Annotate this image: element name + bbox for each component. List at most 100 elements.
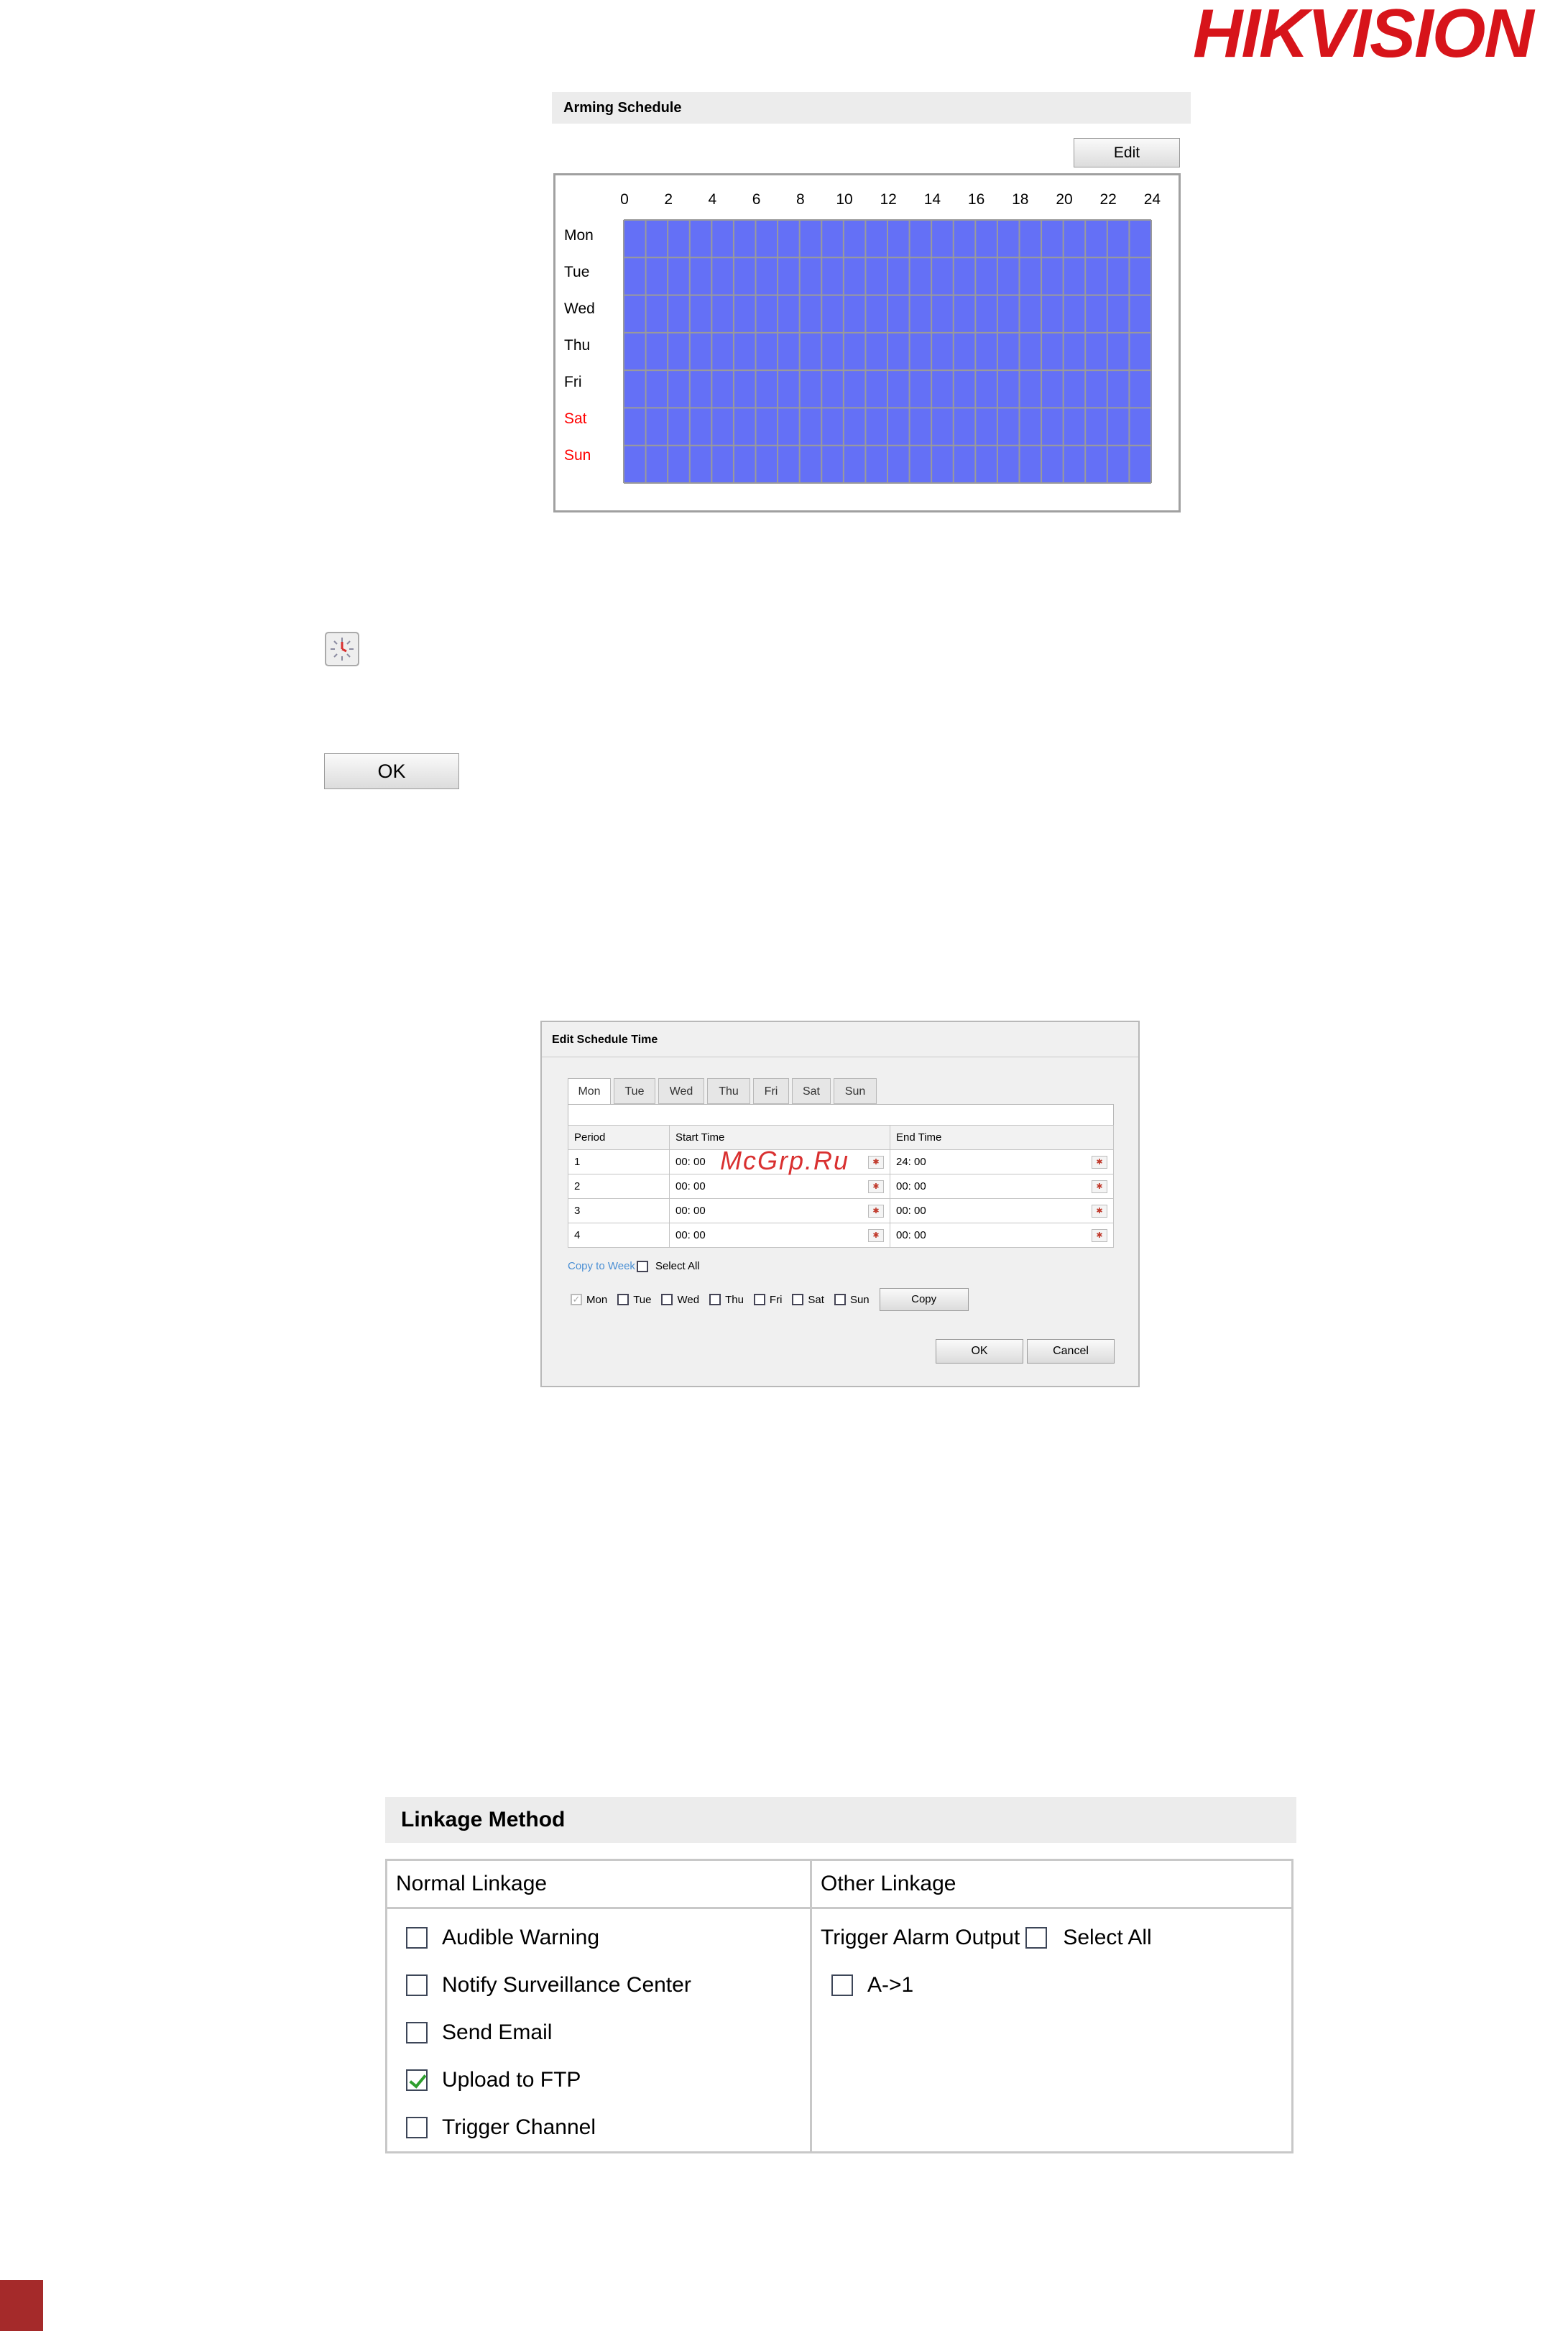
linkage-item-label: Upload to FTP: [442, 2068, 581, 2092]
time-picker-icon[interactable]: ✱: [1092, 1228, 1107, 1242]
normal-linkage-header: Normal Linkage: [396, 1872, 548, 1895]
table-row: 4 00: 00 ✱ 00: 00 ✱: [568, 1223, 1114, 1248]
ok-button[interactable]: OK: [324, 753, 459, 789]
copy-day-label: Sat: [808, 1293, 824, 1306]
divider: [387, 1907, 1291, 1909]
copy-day-label: Fri: [769, 1293, 783, 1306]
day-label-fri: Fri: [564, 374, 582, 390]
copy-button[interactable]: Copy: [879, 1288, 969, 1311]
divider: [810, 1861, 812, 2151]
linkage-checkbox[interactable]: [406, 2117, 428, 2138]
end-time-cell[interactable]: 00: 00 ✱: [890, 1198, 1114, 1223]
copy-day-label: Sun: [849, 1293, 870, 1306]
other-linkage-header: Other Linkage: [821, 1872, 956, 1895]
end-time-cell[interactable]: 00: 00 ✱: [890, 1223, 1114, 1248]
period-table: Period Start Time End Time 1 00: 00 ✱ 24: 0…: [568, 1125, 1114, 1248]
edit-schedule-dialog: Edit Schedule Time Mon Tue Wed Thu Fri S…: [540, 1021, 1140, 1387]
schedule-grid[interactable]: [622, 219, 1153, 484]
start-time-cell[interactable]: 00: 00 ✱: [669, 1198, 890, 1223]
time-picker-icon[interactable]: ✱: [1092, 1155, 1107, 1169]
start-time-cell[interactable]: 00: 00 ✱: [669, 1223, 890, 1248]
linkage-table: Normal Linkage Other Linkage Audible War…: [385, 1859, 1293, 2153]
time-picker-icon[interactable]: ✱: [868, 1180, 884, 1193]
normal-linkage-item: Audible Warning: [406, 1926, 599, 1950]
trigger-alarm-output-label: Trigger Alarm Output: [821, 1926, 1020, 1949]
day-tabs: Mon Tue Wed Thu Fri Sat Sun: [568, 1078, 877, 1107]
copy-day-checkbox[interactable]: [661, 1294, 673, 1305]
start-time-value: 00: 00: [675, 1156, 706, 1168]
linkage-checkbox[interactable]: [406, 1927, 428, 1949]
alarm-select-all-label: Select All: [1063, 1926, 1152, 1949]
trigger-alarm-output-row: Trigger Alarm Output Select All: [821, 1926, 1152, 1950]
hour-tick-label: 0: [620, 191, 629, 208]
start-time-value: 00: 00: [675, 1229, 706, 1241]
alarm-output-label: A->1: [867, 1973, 914, 1997]
hour-tick-label: 12: [880, 191, 897, 208]
alarm-select-all-checkbox[interactable]: [1025, 1927, 1048, 1949]
tab-panel: [568, 1104, 1114, 1126]
copy-to-week-link[interactable]: Copy to Week: [568, 1260, 635, 1272]
day-label-sun: Sun: [564, 447, 591, 464]
period-cell: 4: [568, 1223, 670, 1248]
linkage-checkbox[interactable]: [406, 2069, 428, 2091]
tab-fri[interactable]: Fri: [753, 1078, 789, 1104]
linkage-checkbox[interactable]: [406, 1974, 428, 1996]
time-picker-icon[interactable]: ✱: [1092, 1204, 1107, 1218]
time-picker-icon[interactable]: [325, 632, 359, 666]
watermark: McGrp.Ru: [720, 1146, 850, 1175]
linkage-item-label: Notify Surveillance Center: [442, 1973, 691, 1997]
start-time-value: 00: 00: [675, 1180, 706, 1192]
start-time-value: 00: 00: [675, 1205, 706, 1217]
copy-day-checkbox[interactable]: [753, 1294, 765, 1305]
copy-day-thu: Thu: [709, 1294, 744, 1306]
time-picker-icon[interactable]: ✱: [868, 1155, 884, 1169]
tab-sun[interactable]: Sun: [834, 1078, 877, 1104]
period-cell: 3: [568, 1198, 670, 1223]
end-time-value: 00: 00: [896, 1205, 926, 1217]
dialog-cancel-button[interactable]: Cancel: [1027, 1339, 1115, 1364]
start-time-cell[interactable]: 00: 00 ✱: [669, 1174, 890, 1199]
select-all-checkbox[interactable]: [636, 1260, 648, 1272]
page-corner-marker: [0, 2280, 43, 2331]
tab-sat[interactable]: Sat: [792, 1078, 831, 1104]
copy-day-label: Wed: [677, 1293, 700, 1306]
copy-day-checkbox[interactable]: [792, 1294, 804, 1305]
copy-day-label: Mon: [586, 1293, 608, 1306]
dialog-ok-button[interactable]: OK: [936, 1339, 1023, 1364]
end-time-value: 24: 00: [896, 1156, 926, 1168]
tab-mon[interactable]: Mon: [568, 1078, 611, 1107]
day-label-sat: Sat: [564, 410, 587, 427]
copy-day-checkbox[interactable]: [834, 1294, 846, 1305]
end-time-cell[interactable]: 00: 00 ✱: [890, 1174, 1114, 1199]
edit-button[interactable]: Edit: [1074, 138, 1180, 167]
copy-day-label: Thu: [725, 1293, 744, 1306]
copy-day-tue: Tue: [617, 1294, 651, 1306]
copy-day-mon: ✓ Mon: [571, 1294, 607, 1306]
copy-day-sun: Sun: [834, 1294, 870, 1306]
hikvision-logo: HIKVISION: [1193, 0, 1534, 72]
copy-day-checkbox[interactable]: [617, 1294, 629, 1305]
hour-tick-label: 6: [752, 191, 761, 208]
day-label-tue: Tue: [564, 264, 590, 280]
tab-thu[interactable]: Thu: [707, 1078, 750, 1104]
hour-tick-label: 4: [708, 191, 717, 208]
day-label-mon: Mon: [564, 227, 594, 244]
end-time-value: 00: 00: [896, 1229, 926, 1241]
tab-tue[interactable]: Tue: [614, 1078, 655, 1104]
linkage-checkbox[interactable]: [406, 2022, 428, 2043]
table-row: 2 00: 00 ✱ 00: 00 ✱: [568, 1174, 1114, 1199]
alarm-output-checkbox[interactable]: [831, 1974, 853, 1996]
tab-wed[interactable]: Wed: [658, 1078, 704, 1104]
copy-days-row: ✓ Mon Tue Wed Thu Fri Sat Sun Copy: [571, 1288, 969, 1311]
time-picker-icon[interactable]: ✱: [1092, 1180, 1107, 1193]
normal-linkage-item: Send Email: [406, 2020, 552, 2045]
copy-day-checkbox[interactable]: ✓: [571, 1294, 582, 1305]
time-picker-icon[interactable]: ✱: [868, 1228, 884, 1242]
time-picker-icon[interactable]: ✱: [868, 1204, 884, 1218]
linkage-method-title: Linkage Method: [385, 1797, 1296, 1843]
linkage-item-label: Audible Warning: [442, 1926, 600, 1949]
end-time-cell[interactable]: 24: 00 ✱: [890, 1149, 1114, 1174]
copy-day-wed: Wed: [661, 1294, 699, 1306]
hour-tick-label: 20: [1056, 191, 1073, 208]
copy-day-checkbox[interactable]: [709, 1294, 721, 1305]
